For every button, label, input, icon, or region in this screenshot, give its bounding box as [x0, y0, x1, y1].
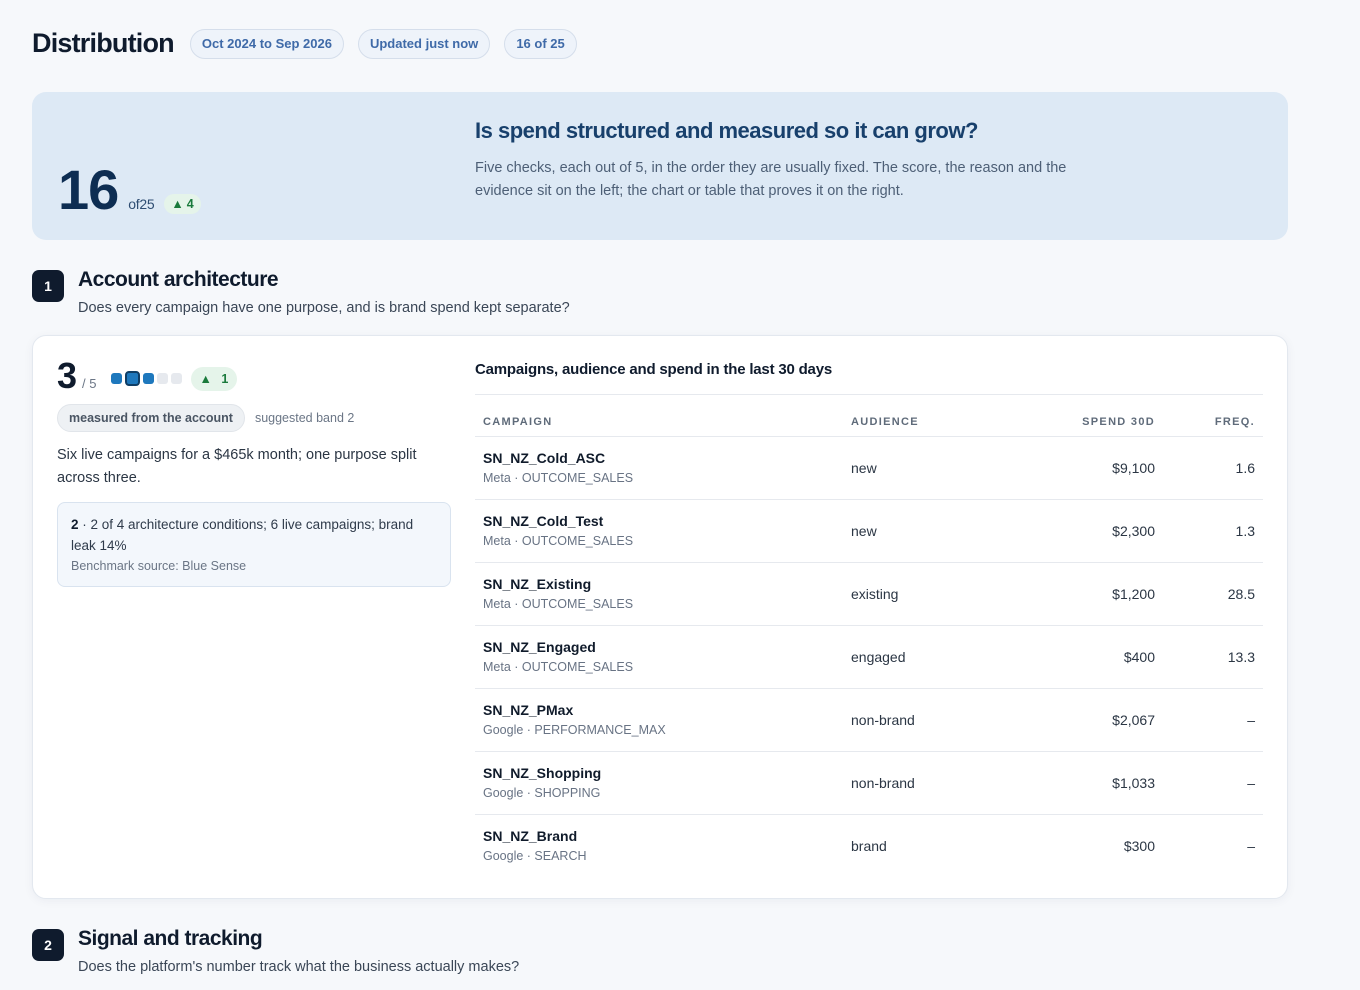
hero-score-max: of25	[128, 196, 155, 212]
campaign-name: SN_NZ_Engaged	[483, 639, 596, 655]
campaign-audience: existing	[851, 586, 899, 602]
table-row[interactable]: SN_NZ_PMax Google · PERFORMANCE_MAX non-br…	[475, 689, 1263, 752]
campaign-meta: Google · PERFORMANCE_MAX	[483, 723, 666, 737]
campaign-meta: Google · SEARCH	[483, 849, 587, 863]
campaign-name: SN_NZ_Shopping	[483, 765, 602, 781]
table-row[interactable]: SN_NZ_Shopping Google · SHOPPING non-brand…	[475, 752, 1263, 815]
page-title: Distribution	[32, 28, 175, 58]
campaign-spend: $9,100	[1112, 460, 1155, 476]
suggested-band: suggested band 2	[254, 411, 355, 425]
up-triangle-icon: ▲	[171, 197, 184, 211]
hero-delta-value: 4	[186, 197, 194, 211]
table-row[interactable]: SN_NZ_Cold_Test Meta · OUTCOME_SALES new $2…	[475, 500, 1263, 563]
score-dot	[110, 373, 122, 384]
evidence-box: 2 · 2 of 4 architecture conditions; 6 li…	[57, 502, 451, 587]
campaign-audience: new	[851, 523, 877, 539]
evidence-source: Benchmark source: Blue Sense	[71, 559, 247, 573]
campaign-spend: $2,067	[1112, 712, 1155, 728]
col-spend[interactable]: SPEND 30D	[1082, 416, 1155, 428]
campaign-spend: $2,300	[1112, 523, 1155, 539]
campaign-spend: $1,200	[1112, 586, 1155, 602]
architecture-card: 3 / 5 ▲ 1 measured from the account sugg…	[32, 335, 1288, 899]
campaign-spend: $300	[1123, 838, 1155, 854]
campaign-name: SN_NZ_Cold_ASC	[483, 450, 606, 466]
check-score: 3 / 5 ▲ 1	[57, 355, 238, 396]
campaign-meta: Google · SHOPPING	[483, 786, 601, 800]
campaign-table: CAMPAIGN AUDIENCE SPEND 30D FREQ. SN_NZ_…	[475, 394, 1263, 878]
evidence-lead: 2	[71, 517, 79, 532]
evidence-text: 2 · 2 of 4 architecture conditions; 6 li…	[71, 514, 437, 556]
col-campaign[interactable]: CAMPAIGN	[483, 416, 552, 428]
section-title: Signal and tracking	[78, 927, 263, 950]
evidence-detail: · 2 of 4 architecture conditions; 6 live…	[71, 517, 414, 553]
campaign-spend: $1,033	[1112, 775, 1155, 791]
campaign-audience: brand	[851, 838, 887, 854]
hero-question: Is spend structured and measured so it c…	[475, 118, 978, 143]
campaign-name: SN_NZ_Cold_Test	[483, 513, 604, 529]
table-body: SN_NZ_Cold_ASC Meta · OUTCOME_SALES new $9,…	[475, 437, 1263, 878]
updated-pill: Updated just now	[357, 28, 491, 59]
page-header: Distribution Oct 2024 to Sep 2026 Update…	[32, 28, 577, 59]
campaign-frequency: 13.3	[1227, 649, 1255, 665]
score-dots	[110, 371, 182, 386]
campaign-name: SN_NZ_Existing	[483, 576, 592, 592]
col-audience[interactable]: AUDIENCE	[851, 416, 919, 428]
campaign-frequency: –	[1247, 838, 1255, 854]
hero-score-value: 16	[58, 158, 119, 221]
campaign-spend: $400	[1123, 649, 1155, 665]
campaign-audience: non-brand	[851, 775, 915, 791]
check-delta-value: 1	[221, 372, 229, 386]
tag-row: measured from the account suggested band…	[57, 404, 354, 432]
table-row[interactable]: SN_NZ_Cold_ASC Meta · OUTCOME_SALES new $9,…	[475, 437, 1263, 500]
section-title: Account architecture	[78, 268, 279, 291]
campaign-name: SN_NZ_Brand	[483, 828, 578, 844]
table-row[interactable]: SN_NZ_Existing Meta · OUTCOME_SALES existi…	[475, 563, 1263, 626]
measured-tag: measured from the account	[57, 404, 245, 432]
campaign-frequency: –	[1247, 712, 1255, 728]
campaign-audience: engaged	[851, 649, 906, 665]
check-delta-badge: ▲ 1	[190, 367, 238, 391]
campaign-frequency: 1.3	[1235, 523, 1255, 539]
section-subtitle: Does the platform's number track what th…	[78, 959, 520, 975]
up-triangle-icon: ▲	[199, 372, 212, 386]
check-description: Six live campaigns for a $465k month; on…	[57, 447, 417, 486]
hero-score: 16 of25 ▲ 4	[58, 162, 201, 218]
score-dot	[142, 373, 154, 384]
campaign-meta: Meta · OUTCOME_SALES	[483, 597, 634, 611]
campaign-meta: Meta · OUTCOME_SALES	[483, 471, 634, 485]
total-score-pill: 16 of 25	[504, 28, 577, 59]
campaign-meta: Meta · OUTCOME_SALES	[483, 534, 634, 548]
hero-description: Five checks, each out of 5, in the order…	[475, 160, 1067, 199]
score-dot	[170, 373, 182, 384]
hero-delta-badge: ▲ 4	[164, 194, 201, 214]
campaign-meta: Meta · OUTCOME_SALES	[483, 660, 634, 674]
campaign-frequency: 1.6	[1235, 460, 1255, 476]
campaign-frequency: –	[1247, 775, 1255, 791]
section-subtitle: Does every campaign have one purpose, an…	[78, 300, 570, 316]
campaign-name: SN_NZ_PMax	[483, 702, 574, 718]
table-header: CAMPAIGN AUDIENCE SPEND 30D FREQ.	[475, 394, 1263, 437]
section-number: 1	[32, 270, 64, 302]
section-number: 2	[32, 929, 64, 961]
campaign-audience: new	[851, 460, 877, 476]
table-row[interactable]: SN_NZ_Brand Google · SEARCH brand $300 –	[475, 815, 1263, 878]
check-score-value: 3	[57, 355, 78, 396]
campaign-audience: non-brand	[851, 712, 915, 728]
col-freq[interactable]: FREQ.	[1215, 416, 1255, 428]
date-range-pill[interactable]: Oct 2024 to Sep 2026	[189, 28, 344, 59]
campaign-frequency: 28.5	[1227, 586, 1255, 602]
score-dot	[124, 371, 140, 386]
check-score-max: / 5	[82, 376, 97, 391]
table-title: Campaigns, audience and spend in the las…	[475, 361, 832, 378]
table-row[interactable]: SN_NZ_Engaged Meta · OUTCOME_SALES engaged…	[475, 626, 1263, 689]
score-dot	[156, 373, 168, 384]
summary-hero: 16 of25 ▲ 4 Is spend structured and measu…	[32, 92, 1288, 240]
